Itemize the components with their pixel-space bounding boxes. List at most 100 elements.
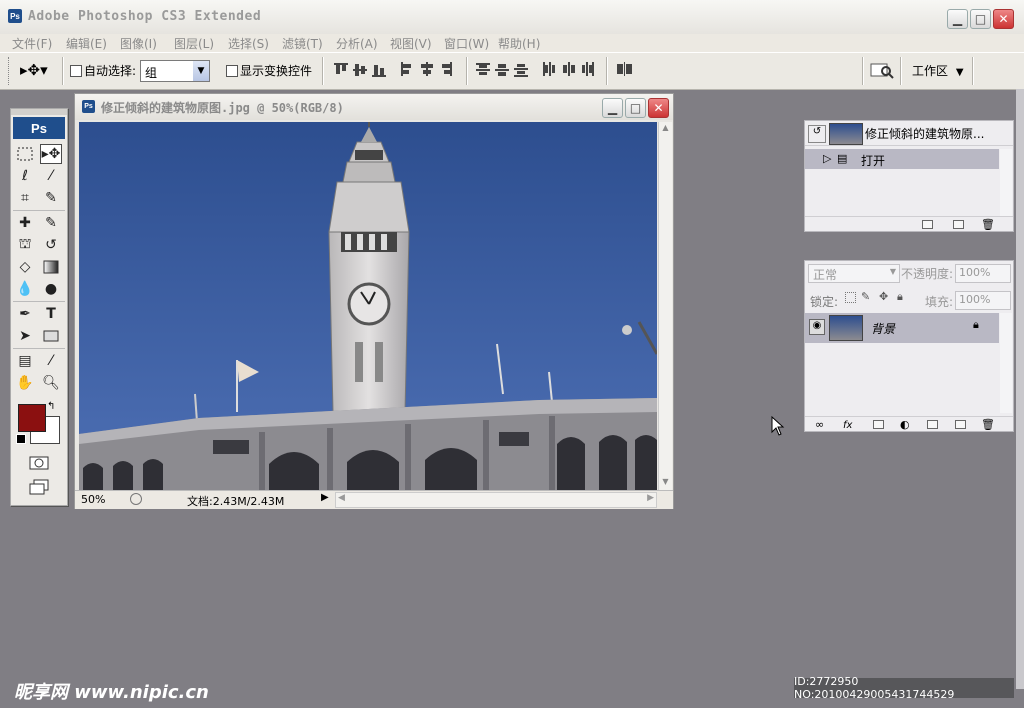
menu-window[interactable]: 窗口(W) <box>444 35 489 52</box>
crop-tool-icon[interactable]: ⌗ <box>14 188 36 208</box>
swap-colors-icon[interactable]: ↰ <box>47 401 55 412</box>
history-brush-tool-icon[interactable]: ↺ <box>40 235 62 255</box>
status-menu-arrow-icon[interactable]: ▶ <box>321 492 329 503</box>
scroll-up-icon[interactable]: ▲ <box>660 123 671 135</box>
auto-align-layers-icon[interactable] <box>616 62 634 78</box>
doc-close-button[interactable]: ✕ <box>648 98 669 118</box>
trash-icon[interactable]: 🗑︎ <box>981 218 995 231</box>
zoom-icon[interactable] <box>130 493 142 505</box>
doc-maximize-button[interactable]: □ <box>625 98 646 118</box>
menu-image[interactable]: 图像(I) <box>120 35 157 52</box>
new-snapshot-icon[interactable] <box>953 220 964 229</box>
close-icon: ✕ <box>998 12 1009 26</box>
lock-transparent-icon[interactable] <box>845 292 856 303</box>
lock-all-icon[interactable]: 🔒︎ <box>897 290 903 304</box>
history-item[interactable]: ▷ ▤ 打开 <box>805 149 999 169</box>
layer-mask-icon[interactable] <box>873 420 884 429</box>
zoom-level[interactable]: 50% <box>81 493 105 506</box>
layers-footer: ∞ fx ◐ 🗑︎ <box>805 416 1013 431</box>
healing-brush-tool-icon[interactable]: ✚ <box>14 213 36 233</box>
scroll-left-icon[interactable]: ◀ <box>338 493 345 503</box>
layer-row[interactable]: ◉ 背景 🔒︎ <box>805 313 999 343</box>
dodge-tool-icon[interactable]: ● <box>40 279 62 299</box>
align-left-icons[interactable] <box>400 62 456 78</box>
trash-icon[interactable]: 🗑︎ <box>981 418 995 431</box>
history-scrollbar[interactable] <box>1000 149 1012 219</box>
menu-filter[interactable]: 滤镜(T) <box>282 35 323 52</box>
adjustment-layer-icon[interactable]: ◐ <box>900 418 910 431</box>
menu-file[interactable]: 文件(F) <box>12 35 52 52</box>
type-tool-icon[interactable]: T <box>40 304 62 324</box>
screen-mode-icon[interactable] <box>28 477 50 497</box>
show-transform-label: 显示变换控件 <box>240 64 313 78</box>
fill-input[interactable]: 100% <box>955 291 1011 310</box>
notes-tool-icon[interactable]: ▤ <box>14 351 36 371</box>
history-item-label: 打开 <box>861 154 886 168</box>
menu-view[interactable]: 视图(V) <box>390 35 432 52</box>
move-tool-icon[interactable]: ▸✥ <box>40 144 62 164</box>
maximize-button[interactable]: □ <box>970 9 991 29</box>
brush-tool-icon[interactable]: ✎ <box>40 213 62 233</box>
opacity-input[interactable]: 100% <box>955 264 1011 283</box>
close-button[interactable]: ✕ <box>993 9 1014 29</box>
doc-minimize-button[interactable]: ▁ <box>602 98 623 118</box>
layer-lock-icon: 🔒︎ <box>973 318 979 331</box>
lock-image-icon[interactable]: ✎ <box>861 290 870 303</box>
grip-handle[interactable] <box>8 57 11 85</box>
auto-select-checkbox[interactable] <box>70 65 82 77</box>
zoom-tool-icon[interactable]: 🔍︎ <box>40 373 62 393</box>
magic-wand-tool-icon[interactable]: ⁄ <box>40 166 62 186</box>
hand-tool-icon[interactable]: ✋ <box>14 373 36 393</box>
history-snapshot[interactable]: ↺ 修正倾斜的建筑物原... <box>805 121 1013 146</box>
document-icon: Ps <box>82 100 95 113</box>
blur-tool-icon[interactable]: 💧 <box>14 279 36 299</box>
new-document-from-state-icon[interactable] <box>922 220 933 229</box>
workspace-label: 工作区 <box>912 64 949 78</box>
history-brush-source-icon[interactable]: ↺ <box>808 125 826 143</box>
blend-mode-dropdown[interactable]: 正常 ▼ <box>808 264 900 283</box>
document-canvas[interactable] <box>79 122 657 492</box>
horizontal-scrollbar[interactable]: ◀ ▶ <box>335 492 657 508</box>
menu-layer[interactable]: 图层(L) <box>174 35 214 52</box>
align-top-icons[interactable] <box>334 62 390 78</box>
scroll-down-icon[interactable]: ▼ <box>660 477 671 489</box>
workspace-button[interactable]: 工作区 ▼ <box>912 62 964 79</box>
photoshop-logo[interactable]: Ps <box>13 117 65 139</box>
slice-tool-icon[interactable]: ✎ <box>40 188 62 208</box>
path-selection-tool-icon[interactable]: ➤ <box>14 326 36 346</box>
chevron-down-icon: ▼ <box>193 61 209 81</box>
rectangle-tool-icon[interactable] <box>40 326 62 346</box>
toolbox-grip[interactable] <box>11 109 67 115</box>
eraser-tool-icon[interactable]: ◇ <box>14 257 36 277</box>
lasso-tool-icon[interactable]: ℓ <box>14 166 36 186</box>
vertical-scrollbar[interactable]: ▲ ▼ <box>658 122 672 490</box>
link-layers-icon[interactable]: ∞ <box>815 418 824 431</box>
move-tool-preset-icon[interactable]: ▸✥▾ <box>20 61 48 79</box>
quick-mask-icon[interactable] <box>28 453 50 473</box>
scroll-right-icon[interactable]: ▶ <box>647 493 654 503</box>
menu-select[interactable]: 选择(S) <box>228 35 269 52</box>
layer-name[interactable]: 背景 <box>871 320 895 337</box>
distribute-vertical-icons[interactable] <box>476 62 532 78</box>
new-layer-icon[interactable] <box>955 420 966 429</box>
layers-scrollbar[interactable] <box>1000 313 1012 413</box>
show-transform-checkbox[interactable] <box>226 65 238 77</box>
menu-edit[interactable]: 编辑(E) <box>66 35 107 52</box>
new-group-icon[interactable] <box>927 420 938 429</box>
menu-help[interactable]: 帮助(H) <box>498 35 540 52</box>
distribute-horizontal-icons[interactable] <box>542 62 598 78</box>
foreground-color-swatch[interactable] <box>18 404 46 432</box>
gradient-tool-icon[interactable] <box>40 257 62 277</box>
minimize-button[interactable]: ▁ <box>947 9 968 29</box>
clone-stamp-tool-icon[interactable]: ⛫ <box>14 235 36 255</box>
marquee-tool-icon[interactable] <box>14 144 36 164</box>
eye-icon[interactable]: ◉ <box>809 319 825 335</box>
menu-analysis[interactable]: 分析(A) <box>336 35 378 52</box>
pen-tool-icon[interactable]: ✒ <box>14 304 36 324</box>
layer-style-icon[interactable]: fx <box>843 420 852 431</box>
default-colors-icon[interactable] <box>16 434 26 444</box>
lock-position-icon[interactable]: ✥ <box>879 290 888 303</box>
auto-select-dropdown[interactable]: 组 ▼ <box>140 60 210 82</box>
eyedropper-tool-icon[interactable]: ⁄ <box>40 351 62 371</box>
file-browser-icon[interactable] <box>870 61 894 79</box>
